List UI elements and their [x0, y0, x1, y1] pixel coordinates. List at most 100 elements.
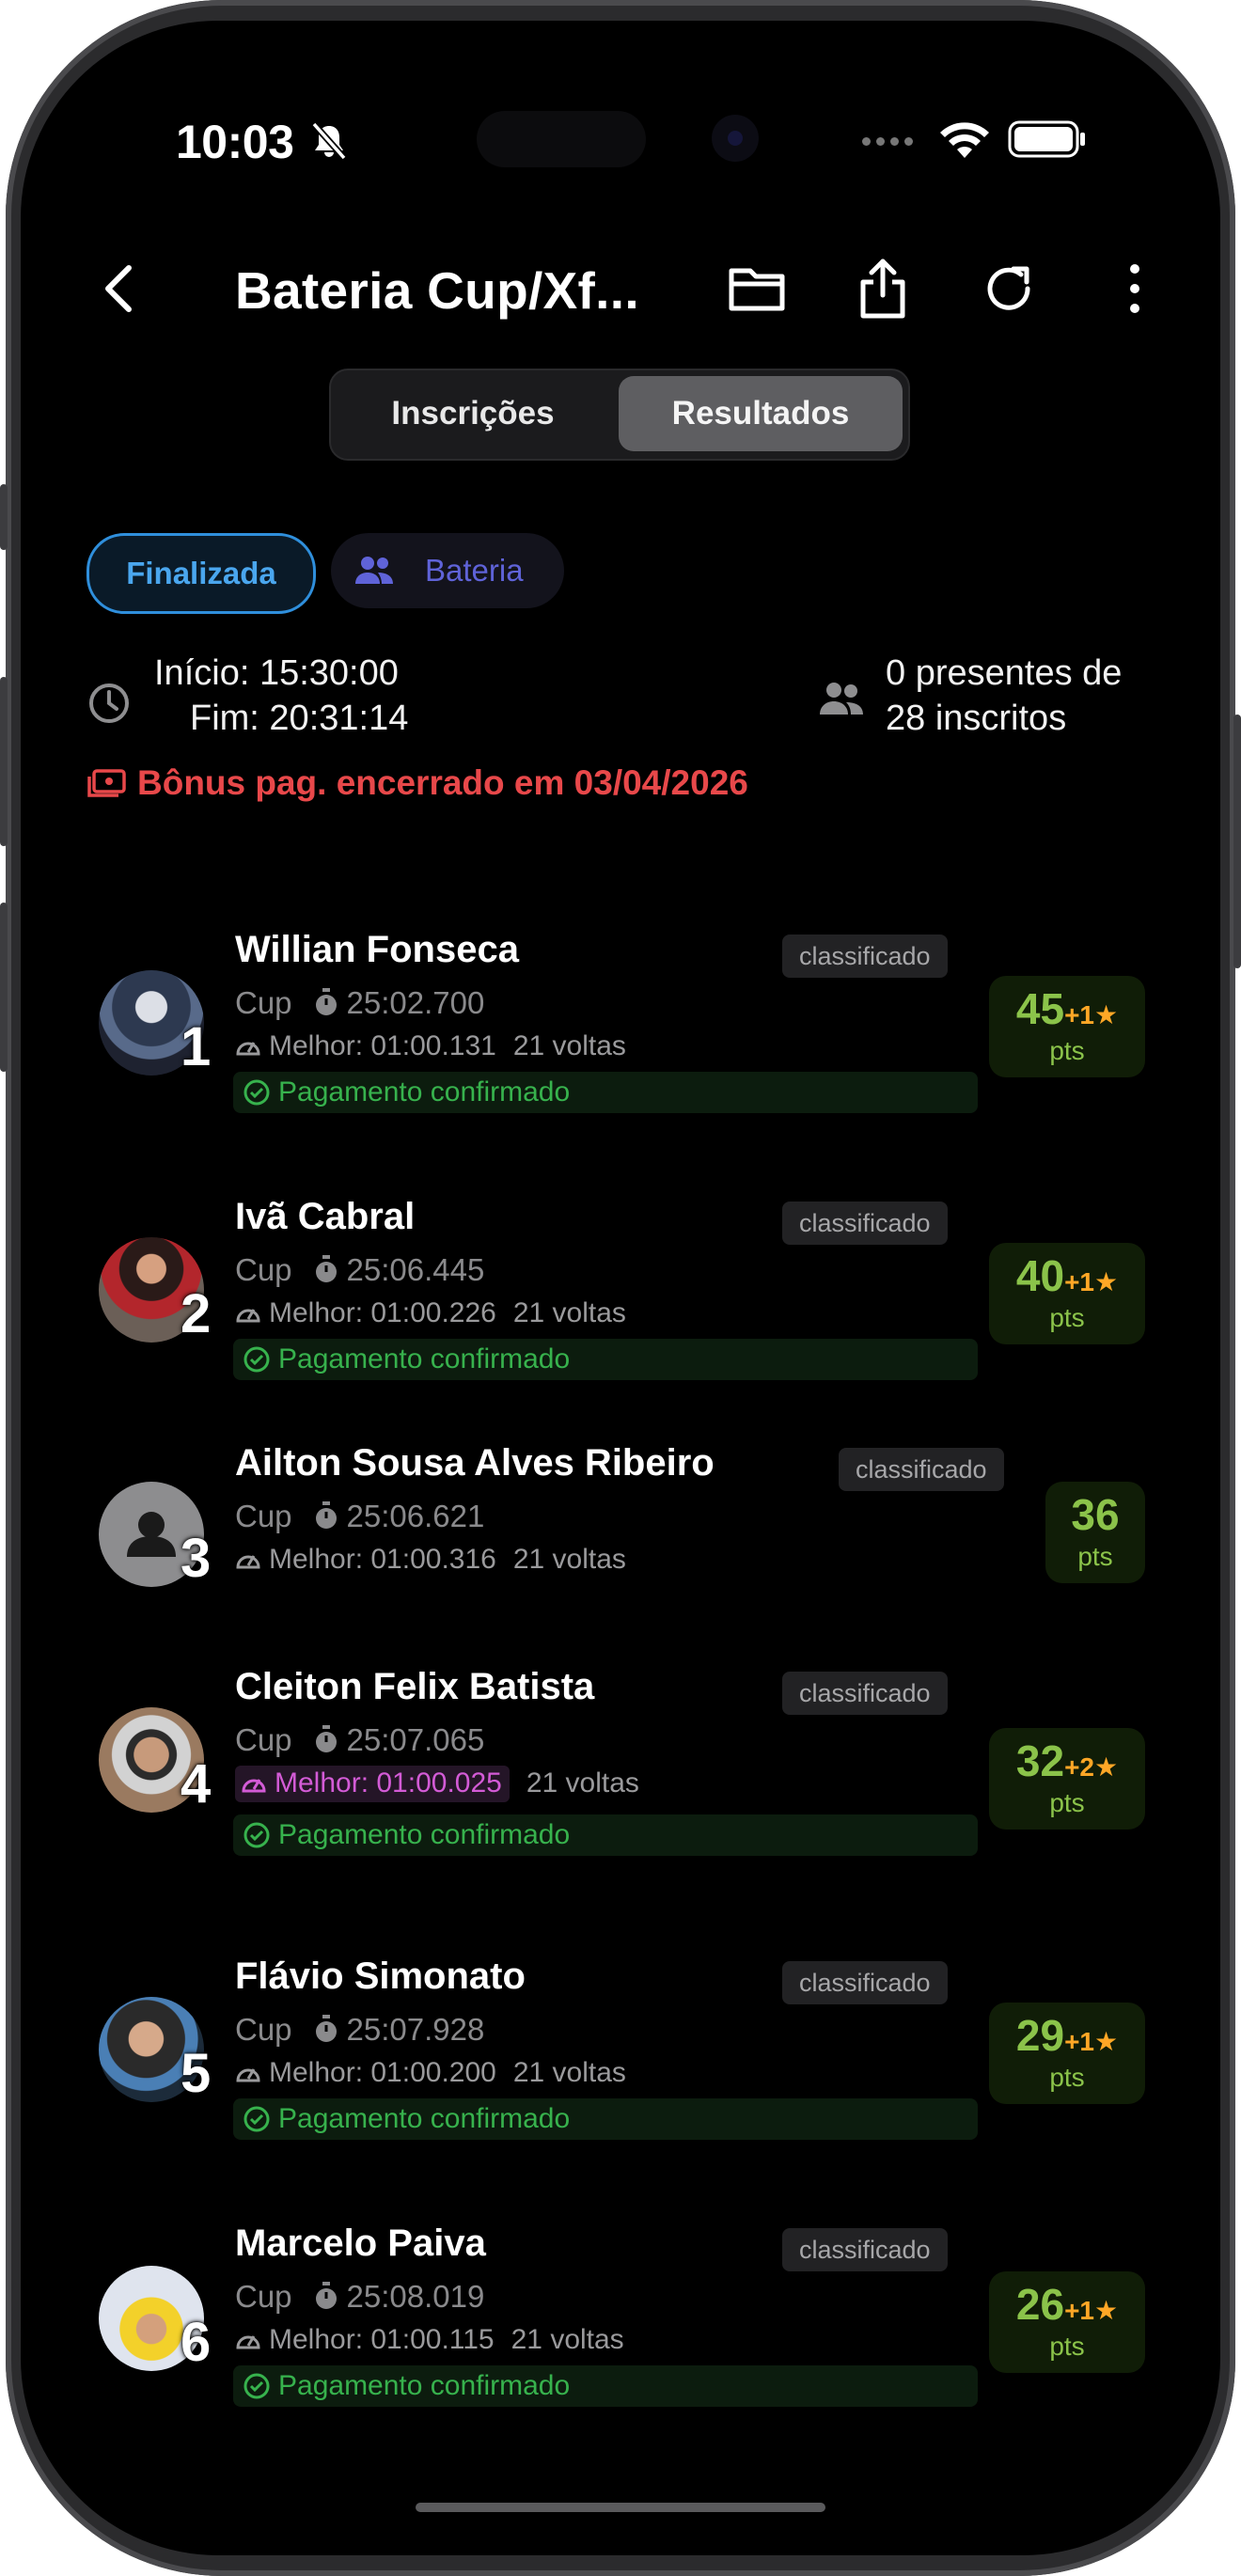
best-lap-time: Melhor: 01:00.200	[269, 2057, 496, 2088]
check-circle-icon	[243, 1346, 270, 1373]
check-circle-icon	[243, 2373, 270, 2399]
position-number: 1	[181, 1016, 212, 1077]
total-time: 25:02.700	[346, 985, 485, 1020]
best-lap-fastest: Melhor: 01:00.025 21 voltas	[235, 1766, 639, 1802]
total-time: 25:06.445	[346, 1252, 485, 1287]
position-number: 3	[181, 1528, 212, 1589]
laps-count: 21 voltas	[526, 1767, 639, 1798]
clock-icon	[89, 683, 129, 723]
status-badge: classificado	[839, 1448, 1004, 1491]
position-number: 6	[181, 2312, 212, 2373]
presence-count: 0 presentes de 28 inscritos	[886, 651, 1122, 741]
category-total: Cup 25:08.019	[235, 2279, 484, 2315]
result-row[interactable]: 6 Marcelo Paiva classificado Cup 25:08.01…	[21, 2202, 1220, 2427]
payment-status: Pagamento confirmado	[233, 2365, 978, 2407]
best-lap-time: Melhor: 01:00.025	[275, 1767, 502, 1798]
bonus-points: +1★	[1064, 1267, 1119, 1296]
driver-name: Flávio Simonato	[235, 1956, 526, 1997]
category-total: Cup 25:07.928	[235, 2012, 484, 2048]
dynamic-island	[477, 111, 646, 167]
status-badge: classificado	[782, 935, 948, 978]
laps-count: 21 voltas	[512, 2057, 626, 2088]
group-icon	[355, 557, 393, 584]
category: Cup	[235, 2012, 292, 2047]
stopwatch-icon	[315, 1725, 337, 1752]
tabs-segmented-control: Inscrições Resultados	[329, 369, 910, 461]
category: Cup	[235, 2279, 292, 2314]
type-chip[interactable]: Bateria	[331, 533, 564, 608]
points-number: 36	[1071, 1490, 1120, 1539]
app-header: Bateria Cup/Xf...	[21, 232, 1220, 354]
points-unit: pts	[1077, 1542, 1113, 1571]
speedometer-icon	[236, 1555, 260, 1569]
wifi-icon	[940, 122, 989, 158]
best-lap: Melhor: 01:00.226 21 voltas	[235, 1297, 626, 1329]
end-time: Fim: 20:31:14	[190, 699, 409, 738]
points-unit: pts	[1049, 2332, 1085, 2361]
points-unit: pts	[1049, 2063, 1085, 2092]
refresh-icon[interactable]	[976, 256, 1042, 322]
best-lap: Melhor: 01:00.316 21 voltas	[235, 1544, 626, 1576]
home-indicator[interactable]	[416, 2503, 825, 2512]
payment-status-text: Pagamento confirmado	[278, 2103, 571, 2134]
folder-icon[interactable]	[724, 256, 790, 322]
volume-down-button	[0, 903, 8, 1072]
speedometer-icon	[236, 2335, 260, 2349]
people-icon	[820, 683, 863, 715]
laps-count: 21 voltas	[512, 1544, 626, 1575]
check-circle-icon	[243, 1822, 270, 1848]
volume-up-button	[0, 677, 8, 846]
payment-status-text: Pagamento confirmado	[278, 2370, 571, 2401]
points-unit: pts	[1049, 1303, 1085, 1332]
stopwatch-icon	[315, 2015, 337, 2042]
best-lap-time: Melhor: 01:00.316	[269, 1544, 496, 1575]
battery-icon	[1008, 120, 1085, 158]
payment-status: Pagamento confirmado	[233, 1339, 978, 1380]
points-value: 32+2★	[989, 1736, 1145, 1786]
session-times: Início: 15:30:00 Fim: 20:31:14	[154, 651, 408, 741]
points-badge: 45+1★ pts	[989, 976, 1145, 1077]
state-chip[interactable]: Finalizada	[86, 533, 316, 614]
tab-resultados[interactable]: Resultados	[619, 376, 903, 451]
points-badge: 40+1★ pts	[989, 1243, 1145, 1344]
points-value: 45+1★	[989, 983, 1145, 1034]
power-button	[1233, 715, 1241, 968]
result-row[interactable]: 3 Ailton Sousa Alves Ribeiro classificad…	[21, 1438, 1220, 1626]
best-lap: Melhor: 01:00.200 21 voltas	[235, 2057, 626, 2089]
total-time: 25:07.928	[346, 2012, 485, 2047]
best-lap-time: Melhor: 01:00.115	[269, 2324, 495, 2355]
points-badge: 26+1★ pts	[989, 2271, 1145, 2373]
position-number: 2	[181, 1283, 212, 1344]
category-total: Cup 25:02.700	[235, 985, 484, 1021]
status-badge: classificado	[782, 1961, 948, 2004]
laps-count: 21 voltas	[512, 1297, 626, 1328]
category: Cup	[235, 985, 292, 1020]
points-badge: 29+1★ pts	[989, 2003, 1145, 2104]
result-row[interactable]: 2 Ivã Cabral classificado Cup 25:06.445 M…	[21, 1171, 1220, 1397]
best-lap-time: Melhor: 01:00.226	[269, 1297, 496, 1328]
category: Cup	[235, 1499, 292, 1533]
start-time: Início: 15:30:00	[154, 653, 399, 693]
presence-line-1: 0 presentes de	[886, 653, 1123, 693]
stopwatch-icon	[315, 988, 337, 1015]
more-vertical-icon[interactable]	[1102, 256, 1168, 322]
tab-inscricoes[interactable]: Inscrições	[337, 376, 609, 451]
status-time: 10:03	[176, 116, 294, 168]
points-unit: pts	[1049, 1788, 1085, 1817]
speedometer-icon	[236, 1309, 260, 1323]
payment-icon	[87, 769, 126, 797]
payment-status: Pagamento confirmado	[233, 2098, 978, 2140]
back-arrow-icon[interactable]	[91, 260, 148, 317]
result-row[interactable]: 1 Willian Fonseca classificado Cup 25:02.…	[21, 904, 1220, 1130]
laps-count: 21 voltas	[512, 1030, 626, 1061]
points-value: 26+1★	[989, 2279, 1145, 2330]
camera-icon	[712, 115, 759, 162]
points-number: 26	[1015, 2280, 1065, 2329]
total-time: 25:06.621	[346, 1499, 485, 1533]
result-row[interactable]: 5 Flávio Simonato classificado Cup 25:07.…	[21, 1935, 1220, 2160]
share-icon[interactable]	[850, 256, 916, 322]
payment-status: Pagamento confirmado	[233, 1814, 978, 1856]
result-row[interactable]: 4 Cleiton Felix Batista classificado Cup…	[21, 1657, 1220, 1882]
bonus-points: +1★	[1064, 1000, 1119, 1029]
best-lap-time: Melhor: 01:00.131	[269, 1030, 496, 1061]
